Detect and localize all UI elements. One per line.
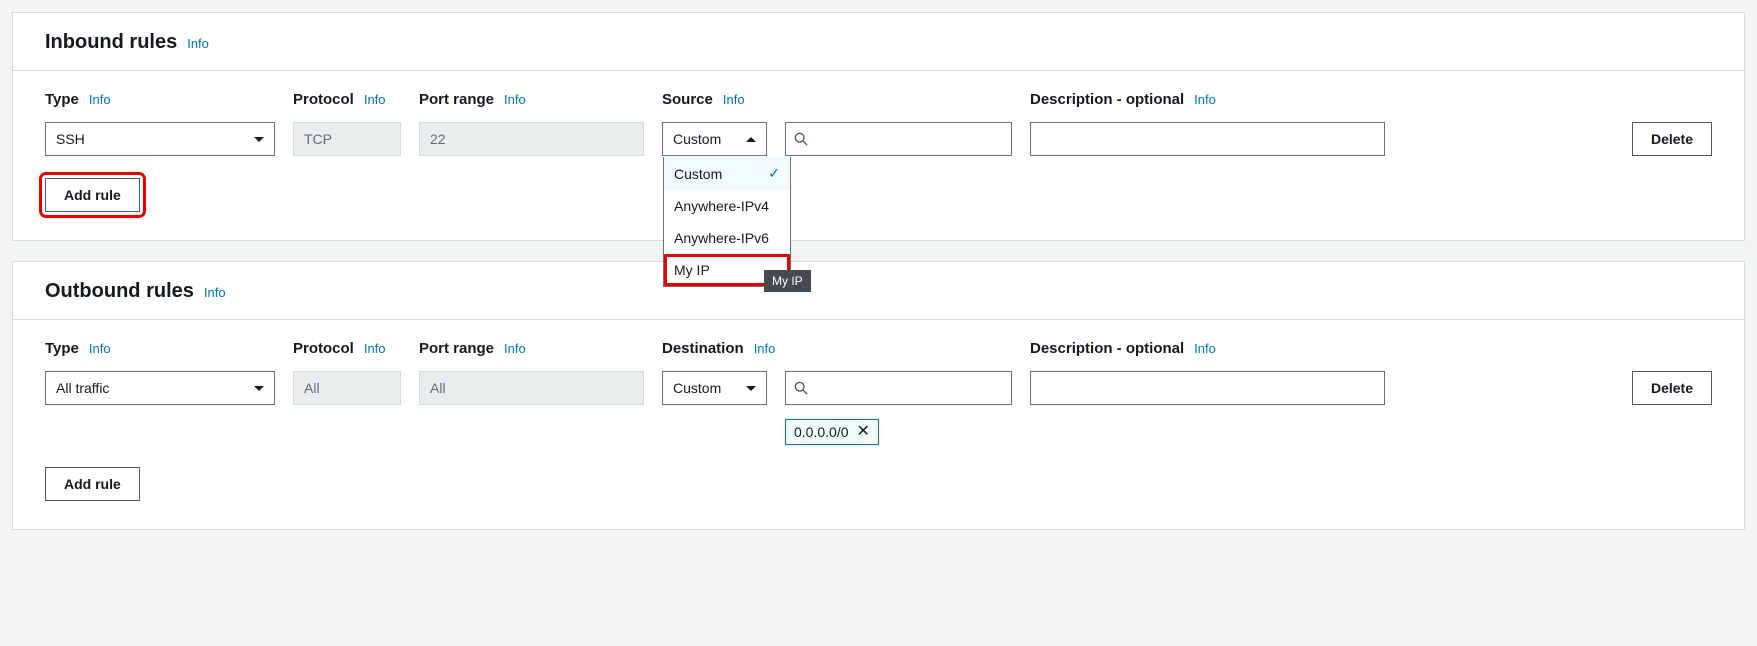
col-description: Description - optional Info	[1030, 340, 1385, 405]
caret-down-icon	[254, 137, 264, 142]
inbound-rule-row: Type Info SSH Protocol Info TCP	[45, 91, 1712, 156]
col-destination: Destination Info Custom	[662, 340, 1012, 445]
destination-mode-select[interactable]: Custom	[662, 371, 767, 405]
outbound-header: Outbound rules Info	[13, 262, 1744, 320]
source-mode-select[interactable]: Custom Custom ✓ Anywhere-IPv4 Anyw	[662, 122, 767, 156]
col-type: Type Info SSH	[45, 91, 275, 156]
info-description[interactable]: Info	[1194, 92, 1216, 107]
info-protocol[interactable]: Info	[364, 92, 386, 107]
destination-search-input[interactable]	[785, 371, 1012, 405]
caret-up-icon	[746, 137, 756, 142]
source-mode-value: Custom	[673, 131, 721, 147]
add-rule-wrap: Add rule	[45, 467, 140, 501]
info-type[interactable]: Info	[89, 92, 111, 107]
inbound-rules-panel: Inbound rules Info Type Info SSH Protoco…	[12, 12, 1745, 241]
protocol-field: TCP	[293, 122, 401, 156]
source-search-input[interactable]	[785, 122, 1012, 156]
label-port-range: Port range	[419, 91, 494, 108]
info-description[interactable]: Info	[1194, 341, 1216, 356]
outbound-rules-panel: Outbound rules Info Type Info All traffi…	[12, 261, 1745, 530]
label-description: Description - optional	[1030, 91, 1184, 108]
col-delete: . Delete	[1632, 340, 1712, 405]
add-rule-button[interactable]: Add rule	[45, 178, 140, 212]
protocol-value: TCP	[304, 131, 332, 147]
destination-mode-value: Custom	[673, 380, 721, 396]
col-description: Description - optional Info	[1030, 91, 1385, 156]
dropdown-option-anywhere-ipv6[interactable]: Anywhere-IPv6	[664, 222, 790, 254]
outbound-title: Outbound rules	[45, 280, 194, 303]
outbound-body: Type Info All traffic Protocol Info All	[13, 320, 1744, 529]
my-ip-tooltip: My IP	[764, 270, 811, 292]
col-port: Port range Info 22	[419, 91, 644, 156]
type-select[interactable]: SSH	[45, 122, 275, 156]
check-icon: ✓	[768, 165, 780, 182]
inbound-header: Inbound rules Info	[13, 13, 1744, 71]
source-search-field[interactable]	[816, 131, 1003, 147]
caret-down-icon	[254, 386, 264, 391]
add-rule-button[interactable]: Add rule	[45, 467, 140, 501]
info-protocol[interactable]: Info	[364, 341, 386, 356]
col-protocol: Protocol Info TCP	[293, 91, 401, 156]
type-select[interactable]: All traffic	[45, 371, 275, 405]
destination-chips: 0.0.0.0/0 ✕	[785, 411, 1012, 445]
label-protocol: Protocol	[293, 340, 354, 357]
delete-button[interactable]: Delete	[1632, 122, 1712, 156]
label-type: Type	[45, 91, 79, 108]
label-protocol: Protocol	[293, 91, 354, 108]
label-type: Type	[45, 340, 79, 357]
port-value: All	[430, 380, 446, 396]
col-protocol: Protocol Info All	[293, 340, 401, 405]
inbound-info-link[interactable]: Info	[187, 36, 209, 51]
col-port: Port range Info All	[419, 340, 644, 405]
description-input[interactable]	[1030, 122, 1385, 156]
port-field: 22	[419, 122, 644, 156]
info-destination[interactable]: Info	[754, 341, 776, 356]
label-description: Description - optional	[1030, 340, 1184, 357]
label-destination: Destination	[662, 340, 744, 357]
protocol-field: All	[293, 371, 401, 405]
search-icon	[794, 132, 808, 146]
source-dropdown: Custom ✓ Anywhere-IPv4 Anywhere-IPv6 My …	[663, 157, 791, 287]
dropdown-option-anywhere-ipv4[interactable]: Anywhere-IPv4	[664, 190, 790, 222]
destination-search-field[interactable]	[816, 380, 1003, 396]
info-port[interactable]: Info	[504, 341, 526, 356]
add-rule-highlight: Add rule	[45, 178, 140, 212]
protocol-value: All	[304, 380, 320, 396]
type-value: SSH	[56, 131, 85, 147]
col-type: Type Info All traffic	[45, 340, 275, 405]
info-source[interactable]: Info	[723, 92, 745, 107]
delete-button[interactable]: Delete	[1632, 371, 1712, 405]
chip-label: 0.0.0.0/0	[794, 424, 849, 440]
type-value: All traffic	[56, 380, 109, 396]
description-input[interactable]	[1030, 371, 1385, 405]
inbound-body: Type Info SSH Protocol Info TCP	[13, 71, 1744, 240]
port-value: 22	[430, 131, 446, 147]
outbound-rule-row: Type Info All traffic Protocol Info All	[45, 340, 1712, 445]
port-field: All	[419, 371, 644, 405]
dropdown-option-custom[interactable]: Custom ✓	[664, 157, 790, 190]
label-port-range: Port range	[419, 340, 494, 357]
info-port[interactable]: Info	[504, 92, 526, 107]
destination-chip: 0.0.0.0/0 ✕	[785, 419, 879, 445]
col-delete: . Delete	[1632, 91, 1712, 156]
col-source: Source Info Custom Custom ✓ A	[662, 91, 1012, 156]
inbound-title: Inbound rules	[45, 31, 177, 54]
outbound-info-link[interactable]: Info	[204, 285, 226, 300]
label-source: Source	[662, 91, 713, 108]
caret-down-icon	[746, 386, 756, 391]
info-type[interactable]: Info	[89, 341, 111, 356]
remove-chip-icon[interactable]: ✕	[857, 424, 870, 440]
search-icon	[794, 381, 808, 395]
dropdown-option-my-ip[interactable]: My IP My IP	[664, 254, 790, 286]
